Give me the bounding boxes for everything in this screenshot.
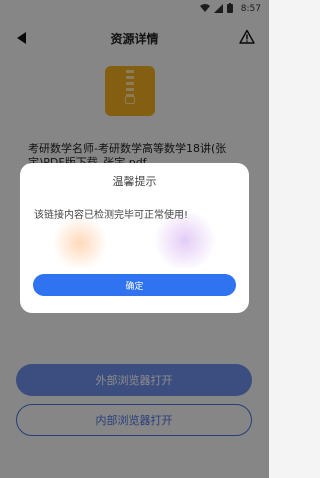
dialog-title: 温馨提示 — [112, 175, 157, 188]
confirm-button[interactable]: 确定 — [33, 274, 236, 296]
dialog-decoration-orange — [50, 218, 110, 268]
notice-dialog: 温馨提示 该链接内容已检测完毕可正常使用! 确定 — [20, 163, 249, 313]
dialog-message: 该链接内容已检测完毕可正常使用! — [34, 210, 189, 221]
dialog-decoration-purple — [150, 213, 220, 268]
